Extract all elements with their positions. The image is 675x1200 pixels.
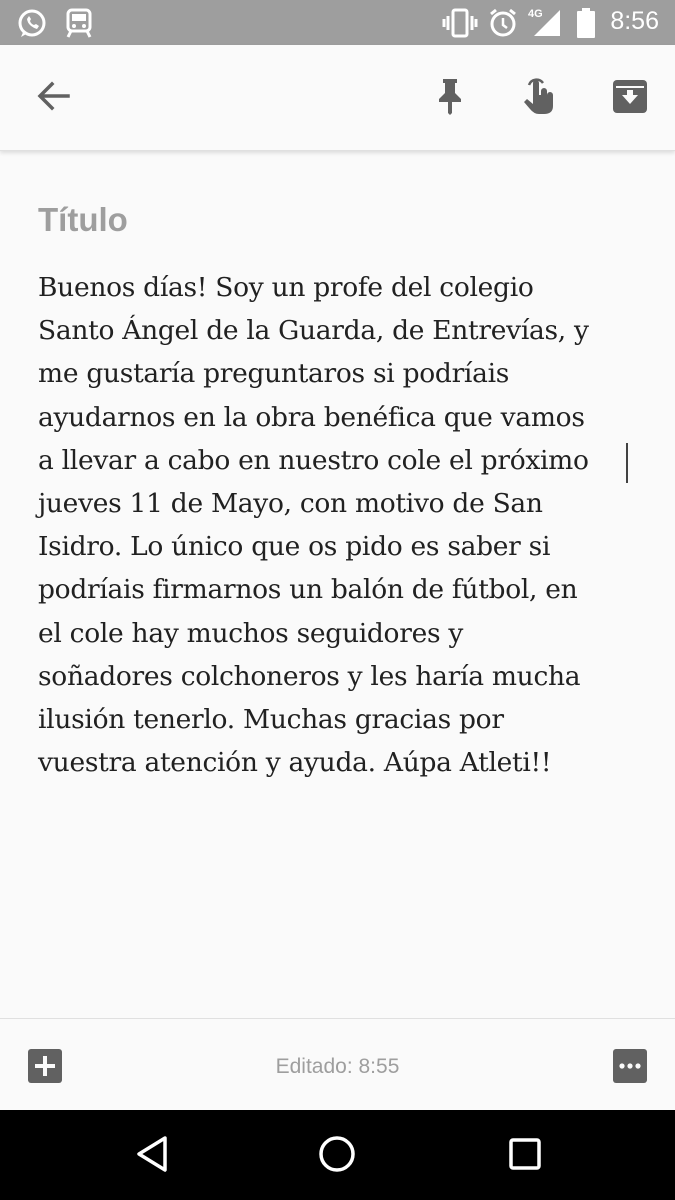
note-body-line: Santo Ángel de la Guarda, de Entrevías, … [38,315,589,347]
hand-pointer-icon [519,76,559,121]
pin-button[interactable] [427,75,473,121]
keep-note-screen: 4G 8:56 Título Buenos días! Soy un profe… [0,0,675,1200]
system-nav-bar [0,1110,675,1200]
note-body-line: ayudarnos en la obra benéfica que vamos [38,401,585,433]
note-body-line: soñadores colchoneros y les haría mucha [38,660,581,692]
archive-icon [612,78,648,119]
note-body-line: podríais firmarnos un balón de fútbol, e… [38,574,578,606]
note-body-line: Buenos días! Soy un profe del colegio [38,272,534,303]
note-body-line: ilusión tenerlo. Muchas gracias por [38,704,504,736]
note-body-line: el cole hay muchos seguidores y [38,617,464,649]
nav-recents-button[interactable] [501,1132,549,1180]
signal-icon [532,8,562,43]
whatsapp-icon [16,8,48,45]
edited-timestamp: Editado: 8:55 [275,1055,400,1078]
note-body-line: me gustaría preguntaros si podríais [38,358,510,390]
circle-home-icon [317,1134,357,1179]
note-body-line: jueves 11 de Mayo, con motivo de San [38,488,543,520]
note-title-placeholder[interactable]: Título [38,201,128,239]
note-toolbar [0,45,675,151]
back-button[interactable] [30,75,76,121]
note-body-line: Isidro. Lo único que os pido es saber si [38,531,551,563]
note-bottom-bar: Editado: 8:55 [0,1018,675,1111]
vibrate-icon [442,8,478,43]
alarm-icon [488,8,518,43]
reminder-button[interactable] [516,75,562,121]
train-icon [64,8,94,43]
archive-button[interactable] [607,75,653,121]
square-recents-icon [507,1136,543,1177]
nav-back-button[interactable] [127,1132,175,1180]
nav-home-button[interactable] [313,1132,361,1180]
arrow-left-icon [36,81,70,116]
note-body-line: a llevar a cabo en nuestro cole el próxi… [38,444,589,476]
more-horizontal-icon [612,1049,648,1088]
note-body-line: vuestra atención y ayuda. Aúpa Atleti!! [38,747,552,779]
text-cursor [626,443,628,483]
more-options-button[interactable] [612,1048,648,1084]
battery-icon [576,8,596,43]
status-time: 8:56 [610,7,659,35]
note-body-input[interactable]: Buenos días! Soy un profe del colegio Sa… [38,266,638,784]
status-bar: 4G 8:56 [0,0,675,45]
pin-icon [435,77,465,120]
triangle-back-icon [133,1134,169,1179]
